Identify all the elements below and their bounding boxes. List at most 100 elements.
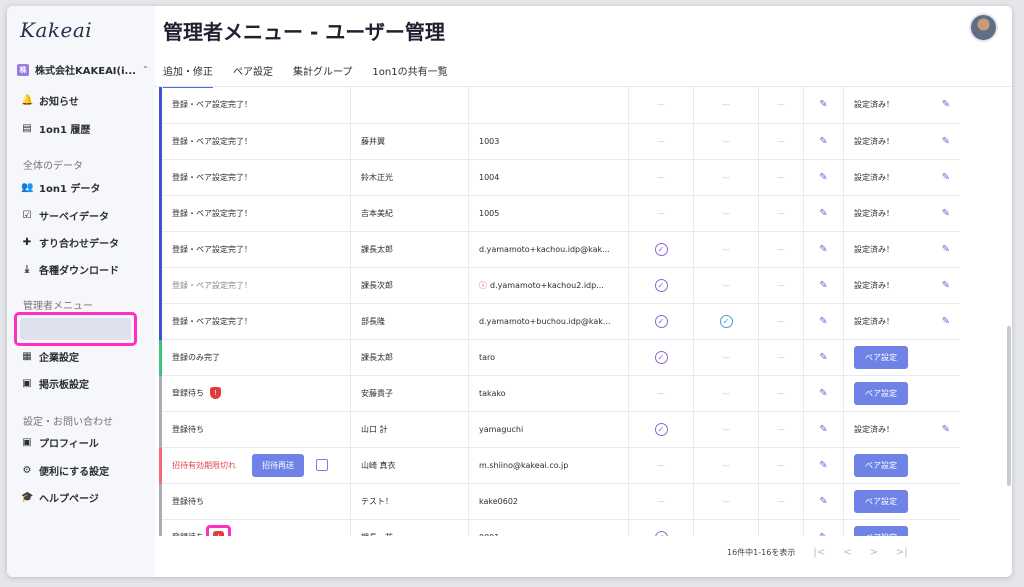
table-row[interactable]: 登録待ち! 課長一花 0001 ✓ — — ✎ ペア設定 — [159, 519, 959, 537]
edit-pencil-icon[interactable]: ✎ — [819, 99, 827, 110]
pair-setting-button[interactable]: ペア設定 — [854, 525, 908, 536]
sidebar-item-gear[interactable]: ⚙ 便利にする設定 — [21, 463, 110, 478]
last-page-button[interactable]: >| — [896, 547, 908, 558]
table-row[interactable]: 登録待ち テスト！ kake0602 — — — ✎ ペア設定 — [159, 483, 959, 520]
avatar[interactable] — [969, 13, 998, 42]
edit-pencil-icon[interactable]: ✎ — [819, 136, 827, 147]
sidebar-item-puzzle[interactable]: ✚ すり合わせデータ — [21, 235, 119, 250]
app-logo[interactable]: Kakeai — [20, 18, 92, 42]
prev-page-button[interactable]: < — [843, 547, 851, 558]
scrollbar[interactable] — [1007, 326, 1011, 486]
sidebar-item-history[interactable]: ▤ 1on1 履歴 — [21, 121, 90, 136]
edit-pencil-icon[interactable]: ✎ — [942, 172, 950, 183]
login-id: yamaguchi — [479, 424, 524, 434]
sidebar-item-survey[interactable]: ☑ サーベイデータ — [21, 208, 109, 223]
pair-setting-button[interactable]: ペア設定 — [854, 453, 908, 477]
empty-dash: — — [777, 208, 785, 218]
sidebar-item-help[interactable]: 🎓 ヘルプページ — [21, 490, 99, 505]
pair-status: 設定済み！ — [854, 316, 894, 326]
section-settings-heading: 設定・お問い合わせ — [23, 417, 113, 428]
empty-dash: — — [722, 533, 730, 537]
status-text: 登録待ち — [172, 424, 204, 434]
edit-pencil-icon[interactable]: ✎ — [942, 136, 950, 147]
status-text: 登録のみ完了 — [172, 352, 220, 362]
check-circle-icon: ✓ — [654, 422, 668, 436]
edit-pencil-icon[interactable]: ✎ — [942, 280, 950, 291]
pair-setting-button[interactable]: ペア設定 — [854, 345, 908, 369]
empty-dash: — — [722, 352, 730, 362]
next-page-button[interactable]: > — [869, 547, 877, 558]
empty-dash: — — [722, 100, 730, 110]
tab-share-list[interactable]: 1on1の共有一覧 — [372, 63, 447, 88]
edit-pencil-icon[interactable]: ✎ — [819, 352, 827, 363]
sidebar-item-bell[interactable]: 🔔 お知らせ — [21, 93, 79, 108]
edit-pencil-icon[interactable]: ✎ — [819, 496, 827, 507]
edit-pencil-icon[interactable]: ✎ — [819, 280, 827, 291]
table-row[interactable]: 登録・ペア設定完了！ 課長次郎 ⓘ d.yamamoto+kachou2.idp...… — [159, 267, 959, 304]
sidebar-item-label: 1on1 履歴 — [39, 125, 91, 136]
resend-invite-button[interactable]: 招待再送 — [252, 453, 304, 477]
first-page-button[interactable]: |< — [813, 547, 825, 558]
puzzle-icon: ✚ — [22, 237, 32, 248]
pair-setting-button[interactable]: ペア設定 — [854, 489, 908, 513]
empty-dash: — — [657, 100, 665, 110]
status-text: 登録・ペア設定完了！ — [172, 280, 252, 290]
sidebar-item-label: 便利にする設定 — [39, 467, 110, 478]
edit-pencil-icon[interactable]: ✎ — [819, 388, 827, 399]
table-row[interactable]: 登録のみ完了 課長太郎 taro ✓ — — ✎ ペア設定 — [159, 339, 959, 376]
login-id: m.shiino@kakeai.co.jp — [479, 460, 569, 470]
company-selector[interactable]: 株 株式会社KAKEAI(i... ⌃ — [17, 62, 149, 77]
survey-icon: ☑ — [22, 210, 32, 221]
select-checkbox[interactable] — [316, 459, 328, 471]
sidebar-item-label: 企業設定 — [39, 353, 79, 364]
table-row[interactable]: 登録・ペア設定完了！ 吉本美紀 1005 — — — ✎ 設定済み！ ✎ — [159, 195, 959, 232]
chevron-updown-icon: ⌃ — [141, 65, 149, 74]
edit-pencil-icon[interactable]: ✎ — [942, 244, 950, 255]
edit-pencil-icon[interactable]: ✎ — [819, 316, 827, 327]
edit-pencil-icon[interactable]: ✎ — [819, 460, 827, 471]
edit-pencil-icon[interactable]: ✎ — [819, 532, 827, 537]
check-circle-icon: ✓ — [654, 314, 668, 328]
table-row[interactable]: 招待有効期限切れ 招待再送 山崎 真衣 m.shiino@kakeai.co.jp — —… — [159, 447, 959, 484]
edit-pencil-icon[interactable]: ✎ — [819, 172, 827, 183]
table-row[interactable]: 登録・ペア設定完了！ 藤井翼 1003 — — — ✎ 設定済み！ ✎ — [159, 123, 959, 160]
user-name: 課長次郎 — [361, 280, 393, 290]
table-row[interactable]: 登録・ペア設定完了！ — — — ✎ 設定済み！ ✎ — [159, 87, 959, 124]
bell-icon: 🔔 — [21, 95, 34, 106]
user-name: 藤井翼 — [361, 136, 385, 146]
check-circle-icon: ✓ — [654, 242, 668, 256]
table-row[interactable]: 登録・ペア設定完了！ 鈴木正光 1004 — — — ✎ 設定済み！ ✎ — [159, 159, 959, 196]
status-text: 登録・ペア設定完了！ — [172, 208, 252, 218]
status-text: 登録・ペア設定完了！ — [172, 172, 252, 182]
empty-dash: — — [777, 172, 785, 182]
edit-pencil-icon[interactable]: ✎ — [942, 208, 950, 219]
alert-shield-icon: ! — [213, 531, 224, 536]
empty-dash: — — [657, 460, 665, 470]
empty-dash: — — [722, 280, 730, 290]
tab-pair-setting[interactable]: ペア設定 — [233, 63, 273, 88]
sidebar-item-company[interactable]: ▦ 企業設定 — [21, 349, 79, 364]
sidebar-item-group[interactable]: 👥 1on1 データ — [21, 180, 100, 195]
edit-pencil-icon[interactable]: ✎ — [942, 424, 950, 435]
history-icon: ▤ — [22, 123, 32, 134]
edit-pencil-icon[interactable]: ✎ — [819, 424, 827, 435]
pair-setting-button[interactable]: ペア設定 — [854, 381, 908, 405]
table-row[interactable]: 登録待ち! 安藤貴子 takako — — — ✎ ペア設定 — [159, 375, 959, 412]
edit-pencil-icon[interactable]: ✎ — [819, 208, 827, 219]
empty-dash: — — [722, 136, 730, 146]
table-row[interactable]: 登録・ペア設定完了！ 課長太郎 d.yamamoto+kachou.idp@kak.… — [159, 231, 959, 268]
table-row[interactable]: 登録・ペア設定完了！ 部長隆 d.yamamoto+buchou.idp@kak..… — [159, 303, 959, 340]
tab-group[interactable]: 集計グループ — [293, 63, 352, 88]
table-row[interactable]: 登録待ち 山口 計 yamaguchi ✓ — — ✎ 設定済み！ ✎ — [159, 411, 959, 448]
download-icon: ⤓ — [24, 264, 30, 275]
empty-dash: — — [722, 172, 730, 182]
sidebar-item-download[interactable]: ⤓ 各種ダウンロード — [21, 262, 119, 277]
edit-pencil-icon[interactable]: ✎ — [942, 316, 950, 327]
empty-dash: — — [657, 496, 665, 506]
edit-pencil-icon[interactable]: ✎ — [819, 244, 827, 255]
sidebar-item-board[interactable]: ▣ 掲示板設定 — [21, 376, 89, 391]
sidebar-item-profile[interactable]: ▣ プロフィール — [21, 435, 99, 450]
tab-add-edit[interactable]: 追加・修正 — [163, 63, 213, 88]
user-table: 登録・ペア設定完了！ — — — ✎ 設定済み！ ✎ 登録・ペア設定完了！ 藤井翼 1003 — — —… — [159, 87, 959, 536]
edit-pencil-icon[interactable]: ✎ — [942, 99, 950, 110]
